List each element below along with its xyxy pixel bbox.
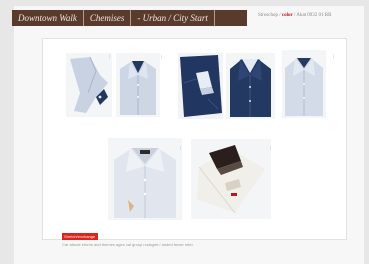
header-breadcrumb: Stroschop / color / Akat 0932 01 RR bbox=[258, 13, 331, 18]
shirt-photo-5[interactable] bbox=[282, 50, 326, 118]
thumbnail-marker-icon: | bbox=[180, 146, 182, 151]
shirt-photo-1[interactable] bbox=[66, 53, 112, 117]
shirt-photo-4[interactable] bbox=[226, 53, 275, 119]
header-breadcrumb-right: / Akat 0932 01 RR bbox=[293, 13, 332, 18]
nav-tab-chemises[interactable]: Chemises bbox=[84, 10, 132, 26]
footer-note: Car attude eturns and themes ages val gr… bbox=[62, 242, 193, 247]
header-breadcrumb-left[interactable]: Stroschop / bbox=[258, 13, 281, 18]
header-breadcrumb-highlight[interactable]: color bbox=[282, 13, 293, 18]
thumbnail-marker-icon: | bbox=[333, 55, 335, 60]
shirt-photo-3[interactable] bbox=[178, 53, 223, 119]
stretch-exchange-button[interactable]: Stretch/exchange bbox=[62, 233, 98, 240]
thumbnail-marker-icon: | bbox=[161, 55, 163, 60]
nav-tab-downtown-walk[interactable]: Downtown Walk bbox=[12, 10, 84, 26]
thumbnail-marker-icon: | bbox=[270, 146, 272, 151]
nav-tab-urban-city-start[interactable]: - Urban / City Start bbox=[131, 10, 215, 26]
shirt-photo-7[interactable] bbox=[191, 139, 271, 219]
shirt-photo-2[interactable] bbox=[116, 53, 160, 117]
shirt-photo-6[interactable] bbox=[108, 138, 182, 220]
thumbnail-marker-icon: | bbox=[109, 55, 111, 60]
top-navigation-bar: Downtown Walk Chemises - Urban / City St… bbox=[12, 10, 247, 26]
